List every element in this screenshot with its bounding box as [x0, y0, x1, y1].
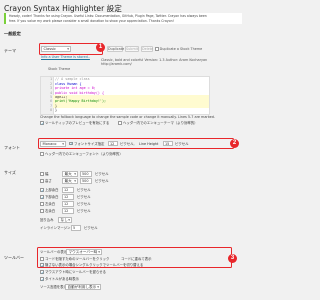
annotation-badge-3: 3 [228, 254, 237, 263]
duplicate-button[interactable]: Duplicate [107, 46, 124, 52]
height-label: 高さ [45, 179, 52, 183]
enqueue-font-label: ヘッダー内でのエンキューフォント（より効率的） [45, 152, 123, 156]
left-margin-input[interactable]: 12 [62, 201, 74, 207]
line-number: 8 [50, 108, 52, 113]
line-height-label: Line Height [139, 141, 159, 146]
line-height-input[interactable]: 15 [163, 140, 173, 147]
right-margin-label: 右余白 [45, 209, 56, 213]
stock-theme-label: Stock Theme [48, 67, 71, 71]
top-margin-label: 上部余白 [45, 188, 59, 192]
theme-select[interactable]: Classic [41, 46, 71, 52]
bottom-margin-input[interactable]: 12 [62, 194, 74, 200]
line-height-unit: ピクセル [175, 141, 189, 146]
font-size-label: フォントサイズ指定 [74, 141, 105, 146]
toolbar-display-select[interactable]: マウスオーバー時 [66, 249, 102, 255]
toolbar-overlay-label: コードに重ねて表示 [121, 257, 152, 261]
toolbar-hide-label: コードを隠すためのツールバーをクリック [45, 257, 110, 261]
code-line: print('Happy Birthday!'); [55, 99, 107, 104]
section-size: サイズ [4, 170, 16, 175]
inline-margin-unit: ピクセル [84, 226, 98, 230]
toolbar-title-label: タイトルがある時表示 [45, 277, 79, 281]
inline-margin-input[interactable]: 5 [71, 225, 81, 231]
theme-info-link[interactable]: Info a User Theme is stored.. [41, 55, 90, 59]
height-input[interactable]: 500 [80, 178, 92, 184]
bottom-margin-label: 下部余白 [45, 195, 59, 199]
annotation-badge-2: 2 [230, 139, 239, 148]
float-label: 回り込み [40, 218, 54, 222]
toolbar-display-label: ツールバーの表示 [40, 250, 68, 254]
theme-credit-text: Classic, bold and colorful Version: 1.3 … [101, 58, 208, 67]
section-font: フォント [4, 145, 20, 150]
width-unit: ピクセル [95, 172, 109, 176]
toolbar-hide-checkbox[interactable] [40, 257, 44, 261]
theme-credit: Classic, bold and colorful Version: 1.3 … [101, 58, 221, 66]
duplicate-stock-theme-option[interactable]: Duplicate a Stock Theme [155, 47, 202, 51]
height-mode-select[interactable]: 最大 [62, 178, 78, 184]
top-margin-unit: ピクセル [77, 188, 91, 192]
enqueue-theme-checkbox[interactable] [118, 121, 122, 125]
height-unit: ピクセル [95, 179, 109, 183]
left-margin-checkbox[interactable] [40, 202, 44, 206]
height-checkbox[interactable] [40, 179, 44, 183]
fallback-note: Change the fallback language to change t… [40, 115, 215, 119]
section-toolbar: ツールバー [4, 255, 24, 260]
top-margin-input[interactable]: 12 [62, 187, 74, 193]
enqueue-font-checkbox[interactable] [40, 152, 44, 156]
right-margin-input[interactable]: 12 [62, 208, 74, 214]
left-margin-unit: ピクセル [77, 202, 91, 206]
toolbar-title-checkbox[interactable] [40, 277, 44, 281]
bottom-margin-unit: ピクセル [77, 195, 91, 199]
tooltip-preview-label: ツールティップのプレビューを有効にする [45, 121, 110, 125]
toolbar-delay-label: マウスアウト時にツールバーを遅らせる [45, 270, 106, 274]
width-mode-select[interactable]: 最大 [62, 171, 78, 177]
code-line: } [55, 108, 58, 113]
font-size-input[interactable]: 12 [108, 140, 118, 147]
toolbar-toggle-label: 隠さない表示の場合シングルクリックでツールバーを切り替える [45, 263, 144, 267]
tooltip-preview-checkbox[interactable] [40, 121, 44, 125]
toolbar-delay-checkbox[interactable] [40, 270, 44, 274]
annotation-badge-1: 1 [96, 43, 105, 52]
section-theme: テーマ [4, 48, 16, 53]
width-label: 幅 [45, 172, 49, 176]
right-margin-unit: ピクセル [77, 209, 91, 213]
top-margin-checkbox[interactable] [40, 188, 44, 192]
left-margin-label: 左余白 [45, 202, 56, 206]
font-size-checkbox[interactable] [69, 141, 73, 146]
enqueue-theme-label: ヘッダー内でのエンキューテーマ（より効率的） [123, 121, 198, 125]
inline-margin-label: インラインマージン [40, 226, 71, 230]
delete-button[interactable]: Delete [141, 46, 153, 52]
submit-button[interactable]: Submit [125, 46, 139, 52]
source-language-label: ソース言語を表示 [40, 285, 67, 289]
theme-preview: 1 2 3 4 5 6 7 8 // A sample class class … [40, 76, 210, 115]
duplicate-stock-label: Duplicate a Stock Theme [159, 47, 203, 51]
duplicate-stock-checkbox[interactable] [155, 47, 159, 51]
section-general: 一般設定 [4, 31, 21, 36]
donation-notice: Howdy, coder! Thanks for using Crayon. U… [4, 13, 242, 24]
font-select[interactable]: Monaco [40, 140, 66, 147]
float-select[interactable]: なし [58, 217, 72, 223]
highlight-box-2 [38, 138, 234, 149]
notice-line-2: free. If you value my work please consid… [9, 18, 174, 23]
width-checkbox[interactable] [40, 172, 44, 176]
width-input[interactable]: 500 [80, 171, 92, 177]
source-language-select[interactable]: 自動が利用し表示 [65, 284, 101, 290]
bottom-margin-checkbox[interactable] [40, 195, 44, 199]
toolbar-toggle-checkbox[interactable] [40, 263, 44, 267]
right-margin-checkbox[interactable] [40, 209, 44, 213]
font-size-unit: ピクセル, [120, 141, 135, 146]
